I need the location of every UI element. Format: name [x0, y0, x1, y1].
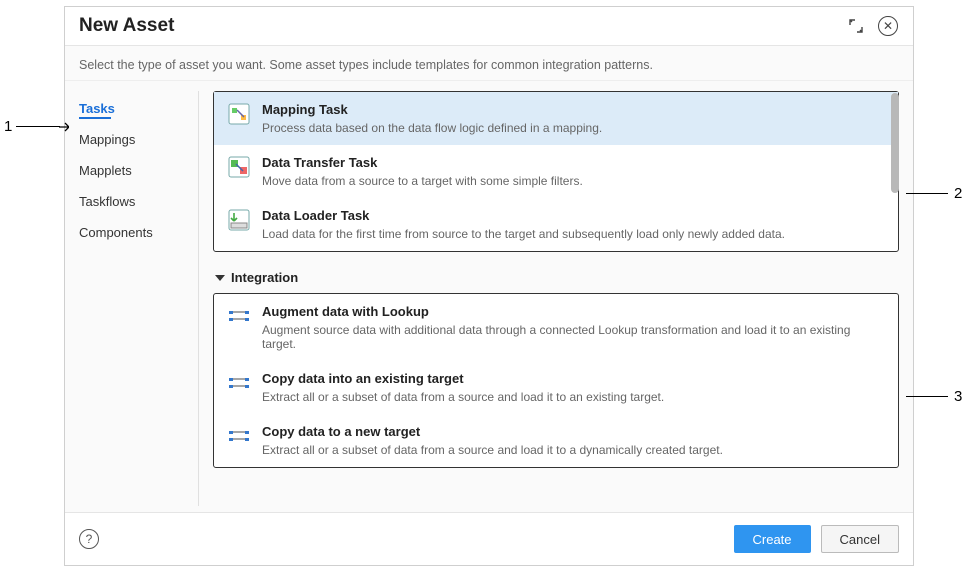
header-actions: ✕: [845, 15, 899, 37]
templates-group: Augment data with Lookup Augment source …: [213, 293, 899, 468]
create-button[interactable]: Create: [734, 525, 811, 553]
asset-desc: Extract all or a subset of data from a s…: [262, 390, 884, 404]
sidebar-item-label: Mappings: [79, 132, 135, 147]
callout-3: 3: [906, 388, 962, 405]
sidebar-item-mappings[interactable]: Mappings: [79, 132, 190, 147]
asset-item-copy-existing[interactable]: Copy data into an existing target Extrac…: [214, 361, 898, 414]
template-icon: [228, 305, 250, 327]
cancel-button[interactable]: Cancel: [821, 525, 899, 553]
callout-2: 2: [906, 185, 962, 202]
asset-title: Copy data to a new target: [262, 424, 884, 439]
section-integration[interactable]: Integration: [213, 264, 899, 293]
asset-desc: Process data based on the data flow logi…: [262, 121, 884, 135]
asset-item-data-loader[interactable]: Data Loader Task Load data for the first…: [214, 198, 898, 251]
dialog-header: New Asset ✕: [65, 7, 913, 46]
asset-item-mapping-task[interactable]: Mapping Task Process data based on the d…: [214, 92, 898, 145]
sidebar-item-label: Tasks: [79, 101, 115, 116]
sidebar-item-label: Mapplets: [79, 163, 132, 178]
sidebar-item-mapplets[interactable]: Mapplets: [79, 163, 190, 178]
asset-title: Augment data with Lookup: [262, 304, 884, 319]
dialog-subtitle: Select the type of asset you want. Some …: [65, 46, 913, 81]
data-loader-icon: [228, 209, 250, 231]
main-panel: Mapping Task Process data based on the d…: [199, 91, 899, 506]
asset-desc: Move data from a source to a target with…: [262, 174, 884, 188]
asset-item-data-transfer[interactable]: Data Transfer Task Move data from a sour…: [214, 145, 898, 198]
asset-title: Data Transfer Task: [262, 155, 884, 170]
asset-title: Mapping Task: [262, 102, 884, 117]
close-icon[interactable]: ✕: [877, 15, 899, 37]
data-transfer-icon: [228, 156, 250, 178]
scrollbar-thumb[interactable]: [891, 93, 899, 193]
sidebar-item-components[interactable]: Components: [79, 225, 190, 240]
expand-icon[interactable]: [845, 15, 867, 37]
asset-desc: Load data for the first time from source…: [262, 227, 884, 241]
sidebar: Tasks Mappings Mapplets Taskflows Compon…: [79, 91, 199, 506]
template-icon: [228, 425, 250, 447]
sidebar-item-label: Taskflows: [79, 194, 135, 209]
sidebar-item-label: Components: [79, 225, 153, 240]
dialog-title: New Asset: [79, 15, 174, 37]
mapping-task-icon: [228, 103, 250, 125]
new-asset-dialog: New Asset ✕ Select the type of asset you…: [64, 6, 914, 566]
callout-1: 1: [4, 118, 69, 135]
asset-title: Data Loader Task: [262, 208, 884, 223]
asset-item-copy-new[interactable]: Copy data to a new target Extract all or…: [214, 414, 898, 467]
asset-title: Copy data into an existing target: [262, 371, 884, 386]
asset-desc: Extract all or a subset of data from a s…: [262, 443, 884, 457]
section-label: Integration: [231, 270, 298, 285]
sidebar-item-taskflows[interactable]: Taskflows: [79, 194, 190, 209]
dialog-footer: ? Create Cancel: [65, 512, 913, 565]
sidebar-item-tasks[interactable]: Tasks: [79, 101, 190, 116]
template-icon: [228, 372, 250, 394]
chevron-down-icon: [215, 275, 225, 281]
asset-desc: Augment source data with additional data…: [262, 323, 884, 351]
help-icon[interactable]: ?: [79, 529, 99, 549]
dialog-body: Tasks Mappings Mapplets Taskflows Compon…: [65, 81, 913, 512]
primary-task-group: Mapping Task Process data based on the d…: [213, 91, 899, 252]
asset-item-augment-lookup[interactable]: Augment data with Lookup Augment source …: [214, 294, 898, 361]
